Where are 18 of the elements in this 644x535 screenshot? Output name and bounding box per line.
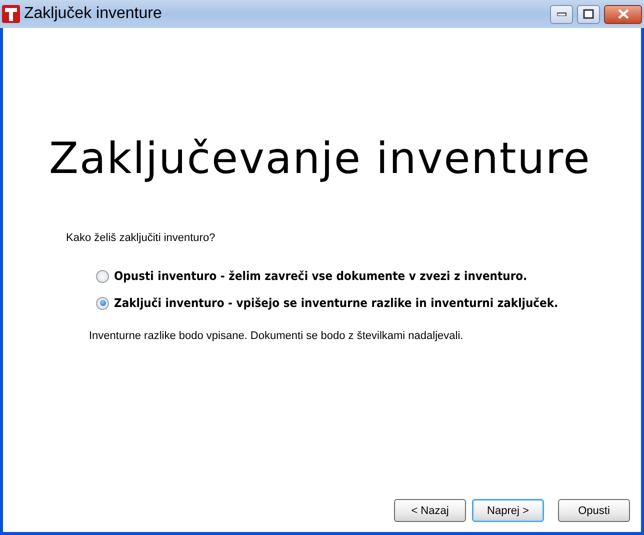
wizard-button[interactable]: < Nazaj xyxy=(394,499,466,522)
question-text: Kako želiš zaključiti inventuro? xyxy=(66,232,216,244)
app-logo-icon xyxy=(2,5,20,23)
radio-button[interactable] xyxy=(96,296,109,310)
radio-option[interactable]: Opusti inventuro - želim zavreči vse dokumente v zvezi z inventuro. xyxy=(96,269,641,283)
note-text: Inventurne razlike bodo vpisane. Dokumenti se bodo z številkami nadaljevali. xyxy=(89,330,464,342)
close-icon xyxy=(618,9,628,19)
page-heading: Zaključevanje inventure xyxy=(49,134,592,184)
maximize-icon xyxy=(583,9,594,19)
close-button[interactable] xyxy=(604,4,642,24)
radio-button[interactable] xyxy=(96,270,109,282)
maximize-button[interactable] xyxy=(577,4,600,24)
minimize-button[interactable] xyxy=(550,4,573,24)
minimize-icon xyxy=(556,12,566,16)
wizard-button[interactable]: Opusti xyxy=(558,499,630,522)
radio-option[interactable]: Zaključi inventuro - vpišejo se inventurne razlike in inventurni zaključek. xyxy=(96,296,641,310)
window-title: Zaključek inventure xyxy=(24,5,163,23)
wizard-button[interactable]: Naprej > xyxy=(472,499,544,522)
